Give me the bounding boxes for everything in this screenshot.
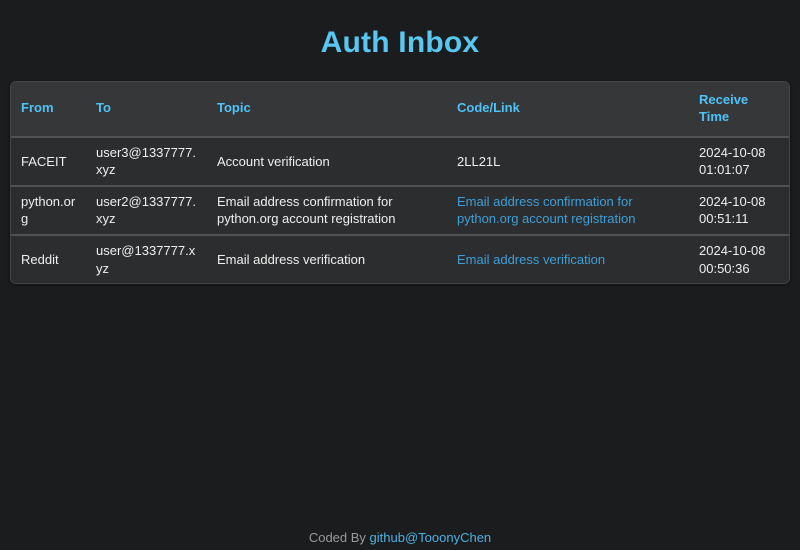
table-row: FACEIT user3@1337777.xyz Account verific… <box>11 137 789 186</box>
cell-receive-time: 2024-10-08 00:51:11 <box>689 186 789 235</box>
cell-from: Reddit <box>11 235 86 283</box>
column-header-from: From <box>11 82 86 137</box>
page-title: Auth Inbox <box>0 26 800 60</box>
cell-from: FACEIT <box>11 137 86 186</box>
column-header-topic: Topic <box>207 82 447 137</box>
column-header-code-link: Code/Link <box>447 82 689 137</box>
cell-receive-time: 2024-10-08 01:01:07 <box>689 137 789 186</box>
verification-link[interactable]: Email address verification <box>457 252 605 267</box>
verification-code: 2LL21L <box>457 154 500 169</box>
auth-inbox-table-container: From To Topic Code/Link Receive Time FAC… <box>10 81 790 284</box>
cell-topic: Email address confirmation for python.or… <box>207 186 447 235</box>
page-footer: Coded By github@TooonyChen <box>0 530 800 550</box>
column-header-to: To <box>86 82 207 137</box>
table-header-row: From To Topic Code/Link Receive Time <box>11 82 789 137</box>
cell-topic: Email address verification <box>207 235 447 283</box>
cell-code: 2LL21L <box>447 137 689 186</box>
verification-link[interactable]: Email address confirmation for python.or… <box>457 194 636 227</box>
cell-to: user@1337777.xyz <box>86 235 207 283</box>
cell-from: python.org <box>11 186 86 235</box>
cell-code: Email address verification <box>447 235 689 283</box>
footer-github-link[interactable]: github@TooonyChen <box>370 530 492 545</box>
cell-receive-time: 2024-10-08 00:50:36 <box>689 235 789 283</box>
cell-code: Email address confirmation for python.or… <box>447 186 689 235</box>
footer-credit-text: Coded By <box>309 530 366 545</box>
column-header-receive-time: Receive Time <box>689 82 789 137</box>
cell-to: user3@1337777.xyz <box>86 137 207 186</box>
cell-topic: Account verification <box>207 137 447 186</box>
cell-to: user2@1337777.xyz <box>86 186 207 235</box>
table-row: python.org user2@1337777.xyz Email addre… <box>11 186 789 235</box>
table-row: Reddit user@1337777.xyz Email address ve… <box>11 235 789 283</box>
auth-inbox-table: From To Topic Code/Link Receive Time FAC… <box>11 82 789 283</box>
